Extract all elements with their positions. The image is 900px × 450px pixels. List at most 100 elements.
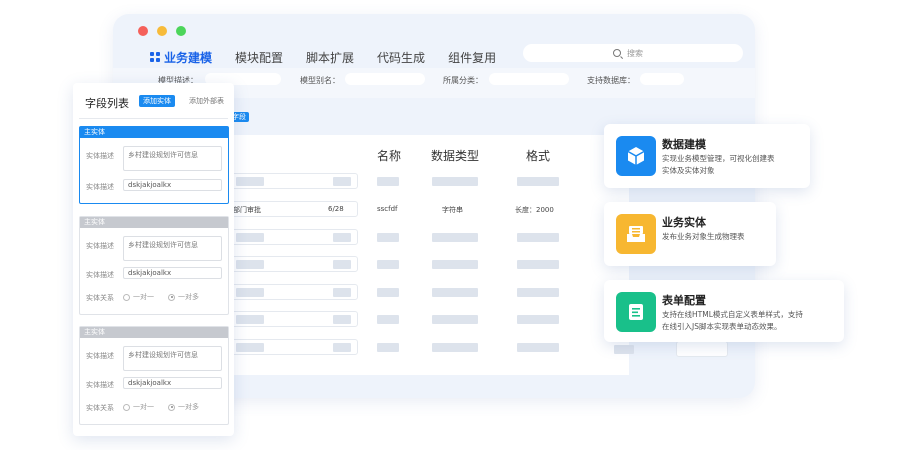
feature-card-business-entity[interactable]: 业务实体 发布业务对象生成物理表 — [604, 202, 776, 266]
placeholder-bar — [432, 260, 478, 269]
placeholder-bar — [517, 177, 559, 186]
row-format: 长度：2000 — [515, 206, 554, 214]
entity-relation-label: 实体关系 — [86, 294, 114, 302]
panel-divider — [79, 118, 228, 119]
placeholder-bar — [517, 343, 559, 352]
feature-title: 数据建模 — [662, 138, 706, 151]
placeholder-bar — [333, 260, 351, 269]
filter-model-alias-label: 模型别名： — [300, 76, 340, 85]
feature-desc-line: 发布业务对象生成物理表 — [662, 232, 745, 241]
search-placeholder: 搜索 — [627, 48, 643, 58]
placeholder-bar — [432, 315, 478, 324]
radio-label: 一对多 — [178, 403, 199, 411]
feature-title: 表单配置 — [662, 294, 706, 307]
tab-script-extension[interactable]: 脚本扩展 — [306, 49, 354, 66]
filter-database-label: 支持数据库： — [587, 76, 635, 85]
placeholder-bar — [333, 288, 351, 297]
entity-name-input[interactable]: dskjakjoalkx — [123, 179, 222, 191]
entity-desc-label: 实体描述 — [86, 152, 114, 160]
close-dot[interactable] — [138, 26, 148, 36]
placeholder-bar — [333, 233, 351, 242]
entity-desc-textarea[interactable]: 乡村建设规划许可信息 — [123, 346, 222, 371]
feature-desc-line: 在线引入JS脚本实现表单动态效果。 — [662, 322, 782, 331]
placeholder-bar — [236, 233, 264, 242]
placeholder-bar — [377, 260, 399, 269]
tab-code-generation[interactable]: 代码生成 — [377, 49, 425, 66]
placeholder-bar — [517, 288, 559, 297]
minimize-dot[interactable] — [157, 26, 167, 36]
document-icon — [616, 292, 656, 332]
feature-title: 业务实体 — [662, 216, 706, 229]
radio-circle — [123, 293, 130, 301]
tab-component-reuse[interactable]: 组件复用 — [448, 49, 496, 66]
radio-circle — [123, 403, 130, 411]
tab-module-config[interactable]: 模块配置 — [235, 49, 283, 66]
placeholder-bar — [333, 315, 351, 324]
panel-title: 字段列表 — [85, 97, 129, 110]
row-code: sscfdf — [377, 205, 398, 213]
placeholder-bar — [432, 233, 478, 242]
placeholder-bar — [377, 177, 399, 186]
entity-desc-textarea[interactable]: 乡村建设规划许可信息 — [123, 146, 222, 171]
entity-desc-label: 实体描述 — [86, 352, 114, 360]
entity-name-input[interactable]: dskjakjoalkx — [123, 267, 222, 279]
placeholder-bar — [614, 345, 634, 354]
placeholder-bar — [377, 343, 399, 352]
feature-description: 支持在线HTML模式自定义表单样式，支持 在线引入JS脚本实现表单动态效果。 — [662, 309, 803, 333]
feature-description: 实现业务模型管理，可视化创建表 实体及实体对象 — [662, 153, 775, 177]
placeholder-bar — [517, 233, 559, 242]
window-controls — [138, 26, 186, 36]
feature-card-form-config[interactable]: 表单配置 支持在线HTML模式自定义表单样式，支持 在线引入JS脚本实现表单动态… — [604, 280, 844, 342]
feature-description: 发布业务对象生成物理表 — [662, 231, 745, 243]
cube-icon — [616, 136, 656, 176]
radio-circle — [168, 403, 175, 411]
entity-desc-label: 实体描述 — [86, 381, 114, 389]
add-entity-button[interactable]: 添加实体 — [139, 95, 175, 107]
entity-card-header: 主实体 — [80, 127, 228, 138]
entity-card-header: 主实体 — [80, 327, 228, 338]
placeholder-bar — [236, 260, 264, 269]
row-data-type: 字符串 — [442, 206, 463, 214]
placeholder-bar — [432, 343, 478, 352]
entity-card-header: 主实体 — [80, 217, 228, 228]
header-name: 名称 — [377, 149, 402, 163]
inbox-icon — [616, 214, 656, 254]
filter-database-input[interactable] — [640, 73, 684, 85]
tab-bar: 业务建模 模块配置 脚本扩展 代码生成 组件复用 — [150, 46, 519, 68]
radio-one-to-many[interactable]: 一对多 — [168, 292, 199, 302]
filter-category-input[interactable] — [489, 73, 569, 85]
radio-label: 一对一 — [133, 293, 154, 301]
field-input — [676, 341, 728, 357]
radio-one-to-one[interactable]: 一对一 — [123, 292, 154, 302]
placeholder-bar — [432, 177, 478, 186]
entity-name-input[interactable]: dskjakjoalkx — [123, 377, 222, 389]
radio-label: 一对多 — [178, 293, 199, 301]
entity-card[interactable]: 主实体 实体描述 乡村建设规划许可信息 实体描述 dskjakjoalkx — [79, 126, 229, 204]
feature-card-data-modeling[interactable]: 数据建模 实现业务模型管理，可视化创建表 实体及实体对象 — [604, 124, 810, 188]
entity-desc-textarea[interactable]: 乡村建设规划许可信息 — [123, 236, 222, 261]
placeholder-bar — [377, 288, 399, 297]
placeholder-bar — [236, 177, 264, 186]
feature-desc-line: 支持在线HTML模式自定义表单样式，支持 — [662, 310, 803, 319]
field-list-panel: 字段列表 添加实体 添加外部表 主实体 实体描述 乡村建设规划许可信息 实体描述… — [73, 83, 234, 436]
radio-one-to-many[interactable]: 一对多 — [168, 402, 199, 412]
radio-one-to-one[interactable]: 一对一 — [123, 402, 154, 412]
placeholder-bar — [333, 177, 351, 186]
tab-business-modeling[interactable]: 业务建模 — [150, 49, 212, 66]
entity-card[interactable]: 主实体 实体描述 乡村建设规划许可信息 实体描述 dskjakjoalkx 实体… — [79, 216, 229, 315]
feature-desc-line: 实现业务模型管理，可视化创建表 — [662, 154, 775, 163]
maximize-dot[interactable] — [176, 26, 186, 36]
add-external-table-link[interactable]: 添加外部表 — [189, 96, 224, 106]
filter-model-alias-input[interactable] — [345, 73, 425, 85]
entity-desc-label: 实体描述 — [86, 183, 114, 191]
placeholder-bar — [333, 343, 351, 352]
placeholder-bar — [236, 315, 264, 324]
search-input[interactable]: 搜索 — [523, 44, 743, 62]
row-field-name: 部门审批 — [233, 206, 261, 214]
entity-desc-label: 实体描述 — [86, 271, 114, 279]
tab-label: 业务建模 — [164, 50, 213, 65]
entity-relation-label: 实体关系 — [86, 404, 114, 412]
placeholder-bar — [517, 260, 559, 269]
header-format: 格式 — [526, 149, 551, 163]
entity-card[interactable]: 主实体 实体描述 乡村建设规划许可信息 实体描述 dskjakjoalkx 实体… — [79, 326, 229, 425]
